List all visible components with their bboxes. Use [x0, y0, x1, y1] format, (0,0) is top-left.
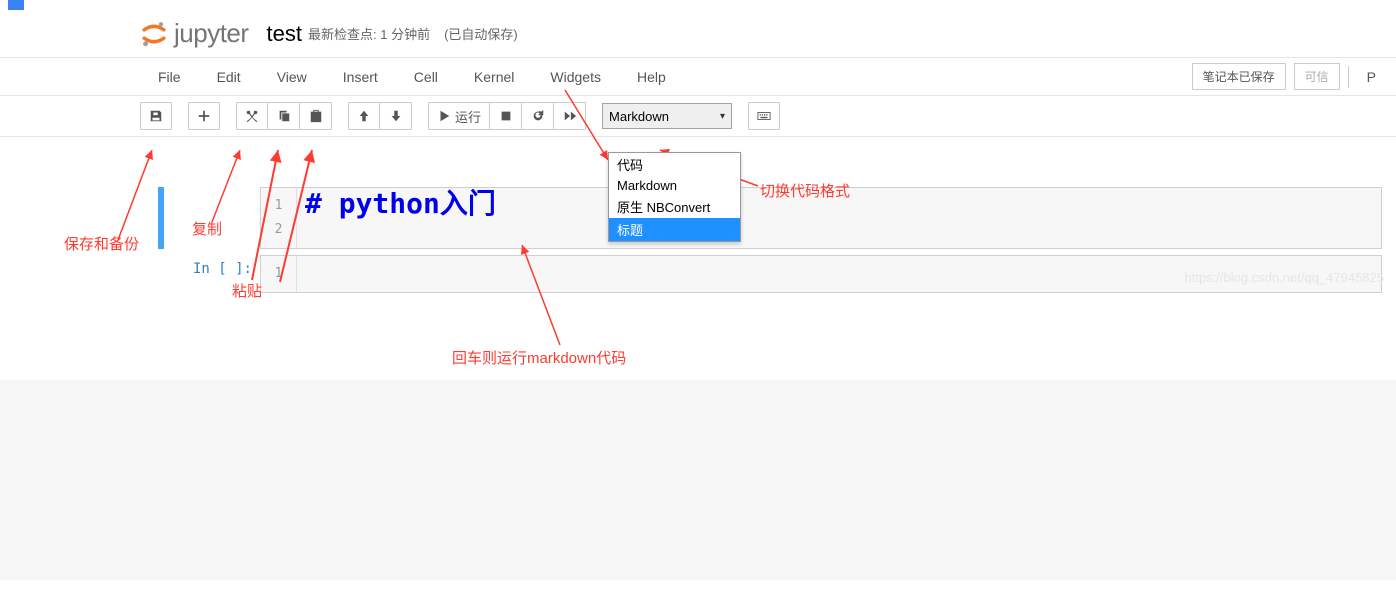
- arrow-down-icon: [389, 109, 403, 123]
- menu-kernel[interactable]: Kernel: [456, 61, 532, 93]
- dropdown-nbconvert[interactable]: 原生 NBConvert: [609, 195, 740, 218]
- menu-file[interactable]: File: [140, 61, 199, 93]
- refresh-icon: [531, 109, 545, 123]
- arrow-up-icon: [357, 109, 371, 123]
- browser-bookmarks: [0, 0, 1396, 10]
- cell-type-value: Markdown: [609, 109, 669, 124]
- jupyter-logo[interactable]: jupyter: [140, 18, 249, 49]
- kernel-indicator[interactable]: P: [1357, 65, 1386, 89]
- line-gutter: 1 2: [261, 188, 297, 248]
- autosave-text: (已自动保存): [444, 24, 518, 43]
- line-gutter: 1: [261, 256, 297, 292]
- markdown-cell[interactable]: 1 2 # python入门: [140, 187, 1386, 249]
- menu-help[interactable]: Help: [619, 61, 684, 93]
- menu-edit[interactable]: Edit: [199, 61, 259, 93]
- stop-icon: [499, 109, 513, 123]
- menu-cell[interactable]: Cell: [396, 61, 456, 93]
- move-down-button[interactable]: [380, 102, 412, 130]
- annotation-save: 保存和备份: [64, 233, 139, 254]
- background-fill: [0, 380, 1396, 580]
- cell-type-dropdown: 代码 Markdown 原生 NBConvert 标题: [608, 152, 741, 242]
- command-palette-button[interactable]: [748, 102, 780, 130]
- scissors-icon: [245, 109, 259, 123]
- move-up-button[interactable]: [348, 102, 380, 130]
- stop-button[interactable]: [490, 102, 522, 130]
- cell-type-select[interactable]: Markdown ▾: [602, 103, 732, 129]
- menu-widgets[interactable]: Widgets: [532, 61, 619, 93]
- watermark: https://blog.csdn.net/qq_47945825: [1185, 270, 1385, 285]
- keyboard-icon: [757, 109, 771, 123]
- in-prompt: In [ ]:: [140, 255, 260, 293]
- plus-icon: [197, 109, 211, 123]
- add-cell-button[interactable]: [188, 102, 220, 130]
- fast-forward-icon: [563, 109, 577, 123]
- save-button[interactable]: [140, 102, 172, 130]
- paste-button[interactable]: [300, 102, 332, 130]
- cut-button[interactable]: [236, 102, 268, 130]
- menu-insert[interactable]: Insert: [325, 61, 396, 93]
- chevron-down-icon: ▾: [720, 111, 725, 122]
- notebook-title[interactable]: test: [267, 21, 302, 47]
- restart-button[interactable]: [522, 102, 554, 130]
- menubar: File Edit View Insert Cell Kernel Widget…: [0, 58, 1396, 96]
- copy-icon: [277, 109, 291, 123]
- toolbar: 运行 Markdown ▾: [0, 96, 1396, 137]
- notebook-header: jupyter test 最新检查点: 1 分钟前 (已自动保存): [0, 10, 1396, 58]
- save-icon: [149, 109, 163, 123]
- menu-view[interactable]: View: [259, 61, 325, 93]
- save-notification: 笔记本已保存: [1192, 63, 1286, 90]
- dropdown-code[interactable]: 代码: [609, 153, 740, 176]
- play-icon: [437, 109, 451, 123]
- dropdown-heading[interactable]: 标题: [609, 218, 740, 241]
- run-button[interactable]: 运行: [428, 102, 490, 130]
- run-label: 运行: [455, 107, 481, 126]
- annotation-enter: 回车则运行markdown代码: [452, 347, 626, 368]
- markdown-heading: # python入门: [305, 192, 1373, 216]
- restart-run-button[interactable]: [554, 102, 586, 130]
- checkpoint-text: 最新检查点: 1 分钟前: [308, 24, 430, 43]
- jupyter-icon: [140, 20, 168, 48]
- dropdown-markdown[interactable]: Markdown: [609, 176, 740, 195]
- copy-button[interactable]: [268, 102, 300, 130]
- logo-text: jupyter: [174, 18, 249, 49]
- paste-icon: [309, 109, 323, 123]
- code-editor[interactable]: # python入门: [297, 188, 1381, 248]
- cell-prompt: [140, 187, 260, 249]
- trusted-badge[interactable]: 可信: [1294, 63, 1340, 90]
